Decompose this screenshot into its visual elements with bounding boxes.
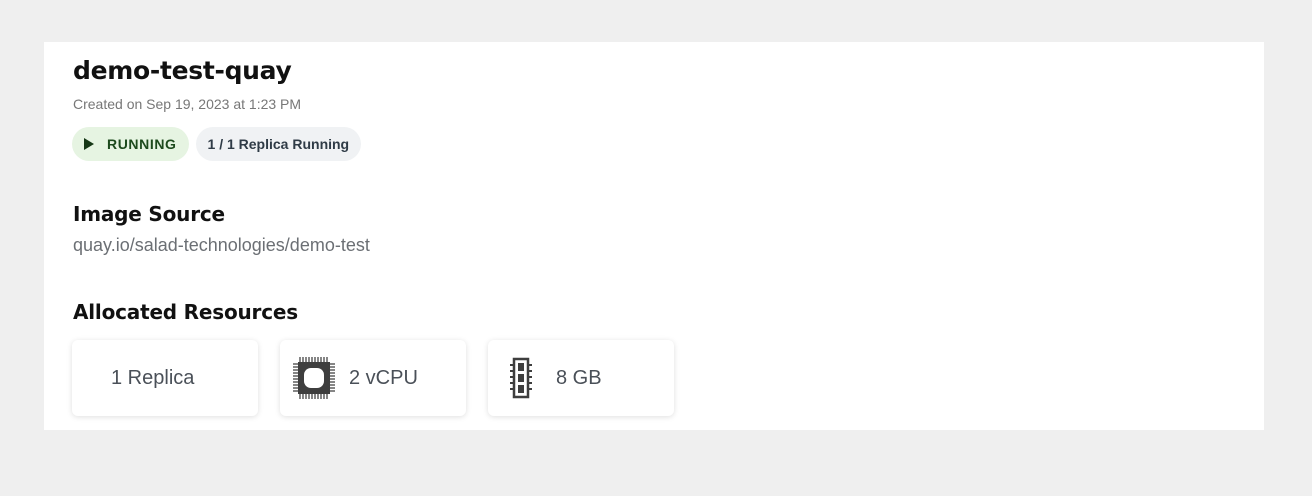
- cpu-icon: [291, 355, 337, 401]
- container-name: demo-test-quay: [73, 56, 292, 85]
- replica-count-label: 1 / 1 Replica Running: [207, 136, 350, 152]
- allocated-resources-heading: Allocated Resources: [73, 300, 298, 324]
- memory-label: 8 GB: [556, 366, 602, 389]
- created-timestamp: Created on Sep 19, 2023 at 1:23 PM: [73, 96, 302, 112]
- status-label: RUNNING: [107, 136, 177, 152]
- replica-count-badge: 1 / 1 Replica Running: [195, 127, 362, 161]
- container-details-panel: demo-test-quay Created on Sep 19, 2023 a…: [44, 42, 1264, 430]
- image-source-heading: Image Source: [73, 202, 225, 226]
- play-icon: [84, 138, 94, 150]
- replicas-label: 1 Replica: [111, 366, 195, 389]
- resource-cards: 1 Replica 2 vCPU 8 GB: [72, 340, 674, 416]
- memory-card: 8 GB: [488, 340, 674, 416]
- memory-icon: [510, 357, 532, 399]
- cpu-label: 2 vCPU: [349, 366, 418, 389]
- status-badges: RUNNING 1 / 1 Replica Running: [72, 127, 362, 161]
- replicas-card: 1 Replica: [72, 340, 258, 416]
- status-badge: RUNNING: [72, 127, 189, 161]
- cpu-card: 2 vCPU: [280, 340, 466, 416]
- image-source-value: quay.io/salad-technologies/demo-test: [73, 235, 370, 255]
